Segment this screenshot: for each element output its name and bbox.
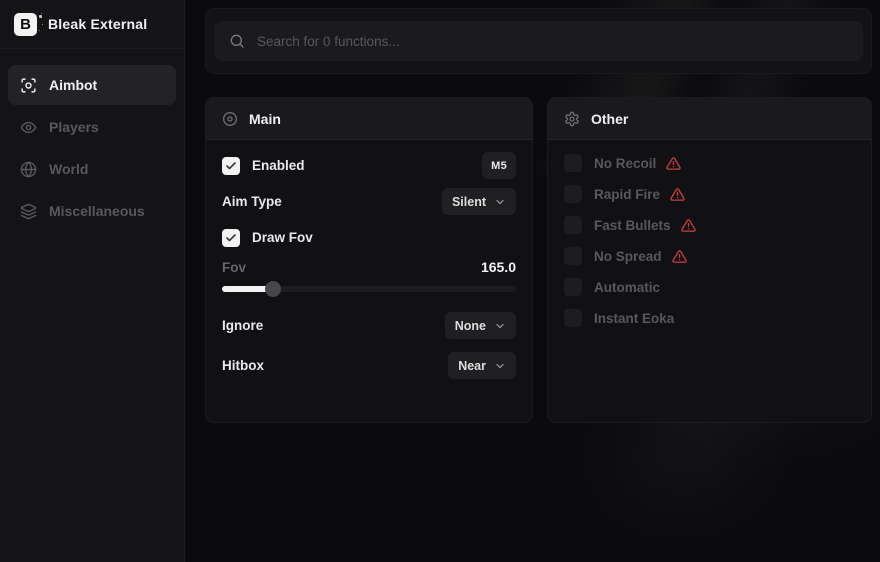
enabled-label: Enabled <box>252 158 305 173</box>
fov-value: 165.0 <box>481 259 516 275</box>
automatic-label: Automatic <box>594 280 660 295</box>
aim-type-row: Aim Type Silent <box>222 188 516 215</box>
other-panel-header: Other <box>548 98 871 140</box>
fov-row: Fov 165.0 <box>222 257 516 277</box>
sidebar: B Bleak External Aimbot Players World M <box>0 0 185 562</box>
aim-type-dropdown[interactable]: Silent <box>442 188 516 215</box>
main-panel-body: Enabled M5 Aim Type Silent Draw Fov <box>206 140 532 379</box>
aim-type-value: Silent <box>452 195 486 209</box>
main-panel: Main Enabled M5 Aim Type Silent <box>205 97 533 423</box>
fov-slider[interactable] <box>222 286 516 292</box>
fast-bullets-row: Fast Bullets <box>564 216 855 234</box>
main-panel-title: Main <box>249 111 281 127</box>
ignore-label: Ignore <box>222 318 263 333</box>
chevron-down-icon <box>494 360 506 372</box>
eye-icon <box>20 119 37 136</box>
warning-icon <box>670 187 685 202</box>
no-recoil-checkbox[interactable] <box>564 154 582 172</box>
sidebar-item-label: Miscellaneous <box>49 203 145 219</box>
draw-fov-checkbox[interactable] <box>222 229 240 247</box>
rapid-fire-row: Rapid Fire <box>564 185 855 203</box>
sidebar-item-label: World <box>49 161 88 177</box>
hitbox-dropdown[interactable]: Near <box>448 352 516 379</box>
rapid-fire-checkbox[interactable] <box>564 185 582 203</box>
keybind-badge[interactable]: M5 <box>482 152 516 179</box>
fov-label: Fov <box>222 260 246 275</box>
hitbox-label: Hitbox <box>222 358 264 373</box>
draw-fov-label: Draw Fov <box>252 230 313 245</box>
check-icon <box>225 232 237 244</box>
hitbox-row: Hitbox Near <box>222 352 516 379</box>
no-spread-row: No Spread <box>564 247 855 265</box>
ignore-dropdown[interactable]: None <box>445 312 516 339</box>
draw-fov-row: Draw Fov <box>222 224 516 251</box>
rapid-fire-label: Rapid Fire <box>594 187 660 202</box>
search-input[interactable] <box>257 34 848 49</box>
automatic-row: Automatic <box>564 278 855 296</box>
fast-bullets-label: Fast Bullets <box>594 218 671 233</box>
hitbox-value: Near <box>458 359 486 373</box>
sidebar-item-label: Aimbot <box>49 77 97 93</box>
other-panel-body: No Recoil Rapid Fire Fast Bullets No Spr… <box>548 140 871 327</box>
sidebar-item-label: Players <box>49 119 99 135</box>
check-icon <box>225 160 237 172</box>
main-panel-header: Main <box>206 98 532 140</box>
sidebar-item-aimbot[interactable]: Aimbot <box>8 65 176 105</box>
warning-icon <box>681 218 696 233</box>
sidebar-item-players[interactable]: Players <box>8 107 176 147</box>
gear-icon <box>564 111 580 127</box>
ignore-value: None <box>455 319 486 333</box>
fast-bullets-checkbox[interactable] <box>564 216 582 234</box>
ignore-row: Ignore None <box>222 312 516 339</box>
enabled-checkbox[interactable] <box>222 157 240 175</box>
search-container <box>205 8 872 74</box>
chevron-down-icon <box>494 196 506 208</box>
search-icon <box>229 33 245 49</box>
app-title: Bleak External <box>48 16 147 32</box>
sidebar-header: B Bleak External <box>0 0 184 49</box>
other-panel-title: Other <box>591 111 628 127</box>
warning-icon <box>666 156 681 171</box>
no-recoil-label: No Recoil <box>594 156 656 171</box>
automatic-checkbox[interactable] <box>564 278 582 296</box>
crosshair-icon <box>20 77 37 94</box>
no-recoil-row: No Recoil <box>564 154 855 172</box>
sidebar-nav: Aimbot Players World Miscellaneous <box>0 49 184 247</box>
enabled-row: Enabled M5 <box>222 152 516 179</box>
chevron-down-icon <box>494 320 506 332</box>
instant-eoka-checkbox[interactable] <box>564 309 582 327</box>
app-logo: B <box>14 13 37 36</box>
instant-eoka-label: Instant Eoka <box>594 311 674 326</box>
fov-slider-thumb[interactable] <box>265 281 281 297</box>
search-box[interactable] <box>214 21 863 61</box>
aim-type-label: Aim Type <box>222 194 282 209</box>
instant-eoka-row: Instant Eoka <box>564 309 855 327</box>
other-panel: Other No Recoil Rapid Fire Fast Bullets <box>547 97 872 423</box>
layers-icon <box>20 203 37 220</box>
globe-icon <box>20 161 37 178</box>
disc-icon <box>222 111 238 127</box>
fov-slider-row <box>222 281 516 297</box>
sidebar-item-miscellaneous[interactable]: Miscellaneous <box>8 191 176 231</box>
no-spread-checkbox[interactable] <box>564 247 582 265</box>
no-spread-label: No Spread <box>594 249 662 264</box>
warning-icon <box>672 249 687 264</box>
sidebar-item-world[interactable]: World <box>8 149 176 189</box>
